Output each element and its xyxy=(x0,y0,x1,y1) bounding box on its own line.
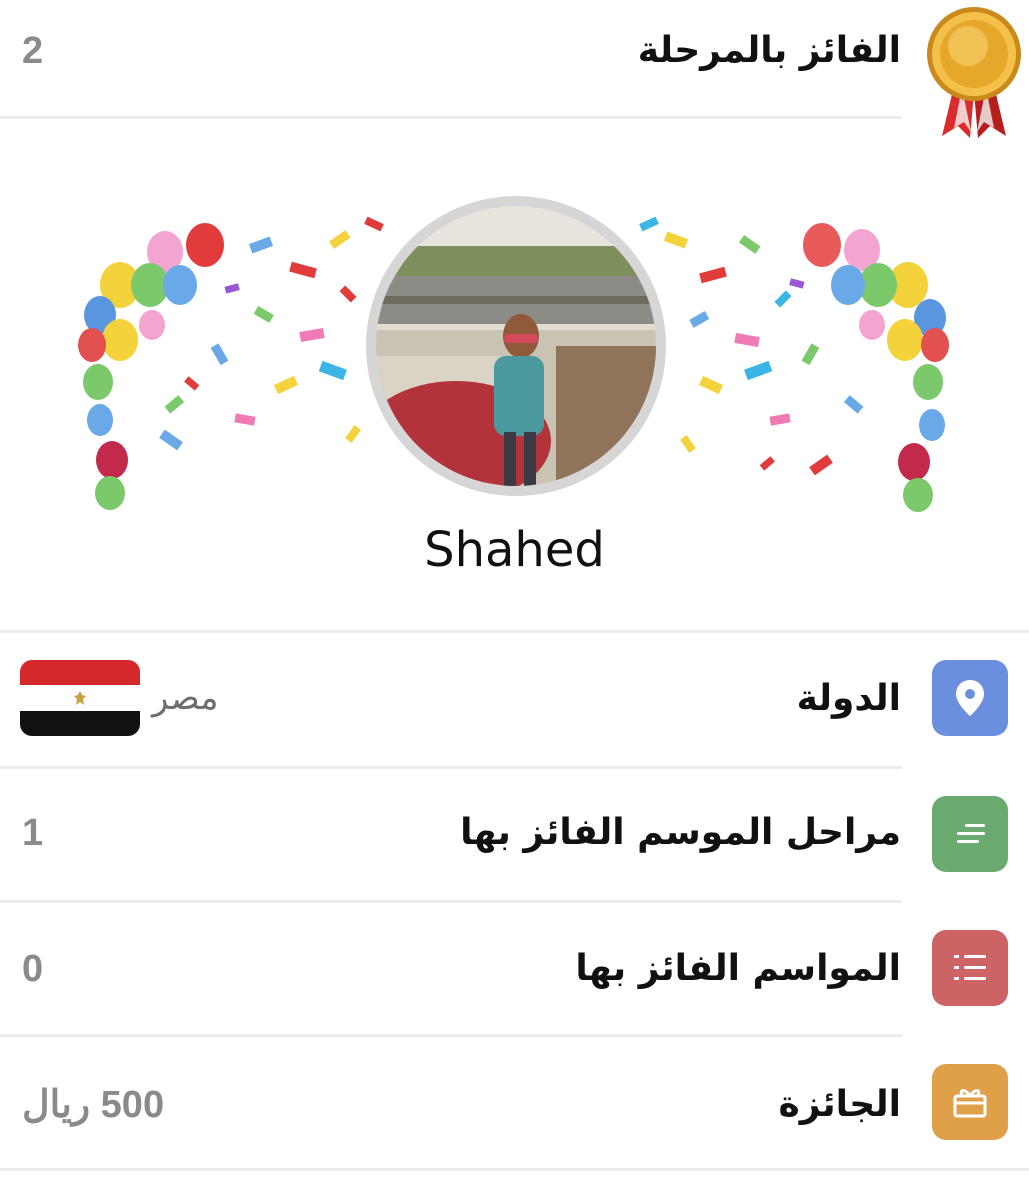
avatar[interactable] xyxy=(376,206,656,486)
divider xyxy=(0,1168,1029,1171)
country-label: الدولة xyxy=(796,678,901,719)
egypt-flag xyxy=(20,660,140,736)
divider xyxy=(0,116,902,119)
country-value: مصر xyxy=(152,678,219,718)
prize-value: 500 ريال xyxy=(22,1084,165,1126)
season-stages-count: 1 xyxy=(22,812,44,854)
stage-winner-label: الفائز بالمرحلة xyxy=(637,30,901,71)
eagle-emblem-icon xyxy=(74,690,86,705)
numbered-list-icon xyxy=(932,930,1008,1006)
seasons-won-row: 0 المواسم الفائز بها xyxy=(0,902,1029,1036)
location-pin-icon xyxy=(932,660,1008,736)
season-stages-label: مراحل الموسم الفائز بها xyxy=(460,812,901,853)
stage-winner-row: 2 الفائز بالمرحلة xyxy=(0,0,1029,138)
prize-label: الجائزة xyxy=(778,1084,901,1125)
seasons-won-label: المواسم الفائز بها xyxy=(575,948,901,989)
gold-medal-icon xyxy=(927,7,1021,138)
stage-winner-count: 2 xyxy=(22,30,44,72)
country-row: مصر الدولة xyxy=(0,632,1029,766)
username: Shahed xyxy=(424,522,605,578)
prize-row: 500 ريال الجائزة xyxy=(0,1036,1029,1170)
lines-icon xyxy=(932,796,1008,872)
season-stages-row: 1 مراحل الموسم الفائز بها xyxy=(0,768,1029,902)
gift-icon xyxy=(932,1064,1008,1140)
seasons-won-count: 0 xyxy=(22,948,44,990)
